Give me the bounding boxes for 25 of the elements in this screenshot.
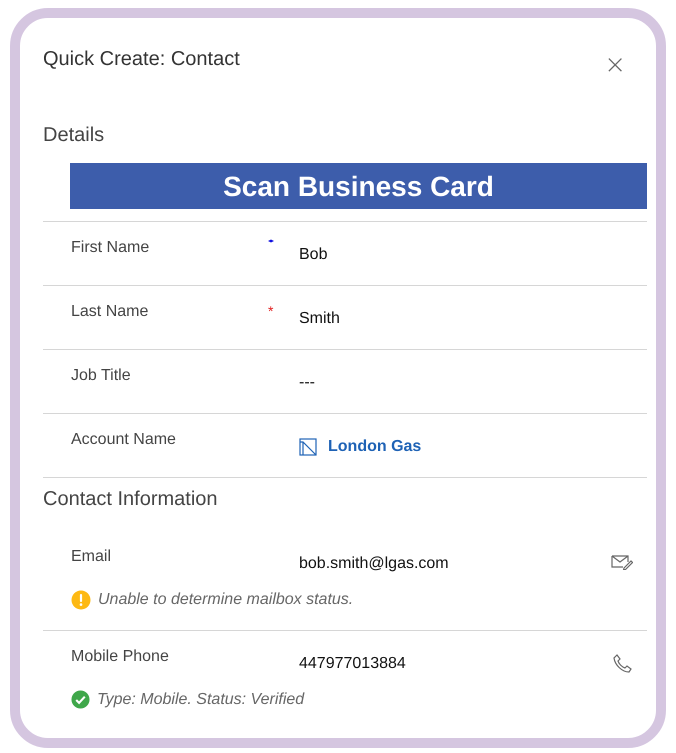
section-title: Details [43,124,106,147]
field-label: Job Title [71,366,132,385]
status-message: Unable to determine mailbox status. [98,591,354,609]
status-message: Type: Mobile. Status: Verified [97,690,304,708]
required-mark: * [268,304,274,315]
warning-icon [71,590,91,610]
field-label: Account Name [71,430,177,449]
account-link[interactable]: London Gas [328,438,422,456]
field-value: --- [299,374,315,391]
field-label: First Name [71,238,150,257]
close-button[interactable]: × [600,53,630,77]
scan-card-button[interactable]: Scan Business Card [70,163,647,209]
email-icon[interactable] [611,554,633,570]
field-label: Mobile Phone [71,647,170,666]
field-label: Email [71,547,112,566]
phone-icon[interactable] [613,654,633,674]
dialog-title: Quick Create: Contact [43,48,240,71]
field-value: Smith [299,310,340,327]
account-icon [299,438,317,456]
field-label: Last Name [71,302,150,321]
field-value: bob.smith@lgas.com [299,555,449,572]
section-title: Contact Information [43,488,219,512]
field-value: Bob [299,246,328,263]
check-icon [71,690,90,709]
field-value: 447977013884 [299,655,406,672]
